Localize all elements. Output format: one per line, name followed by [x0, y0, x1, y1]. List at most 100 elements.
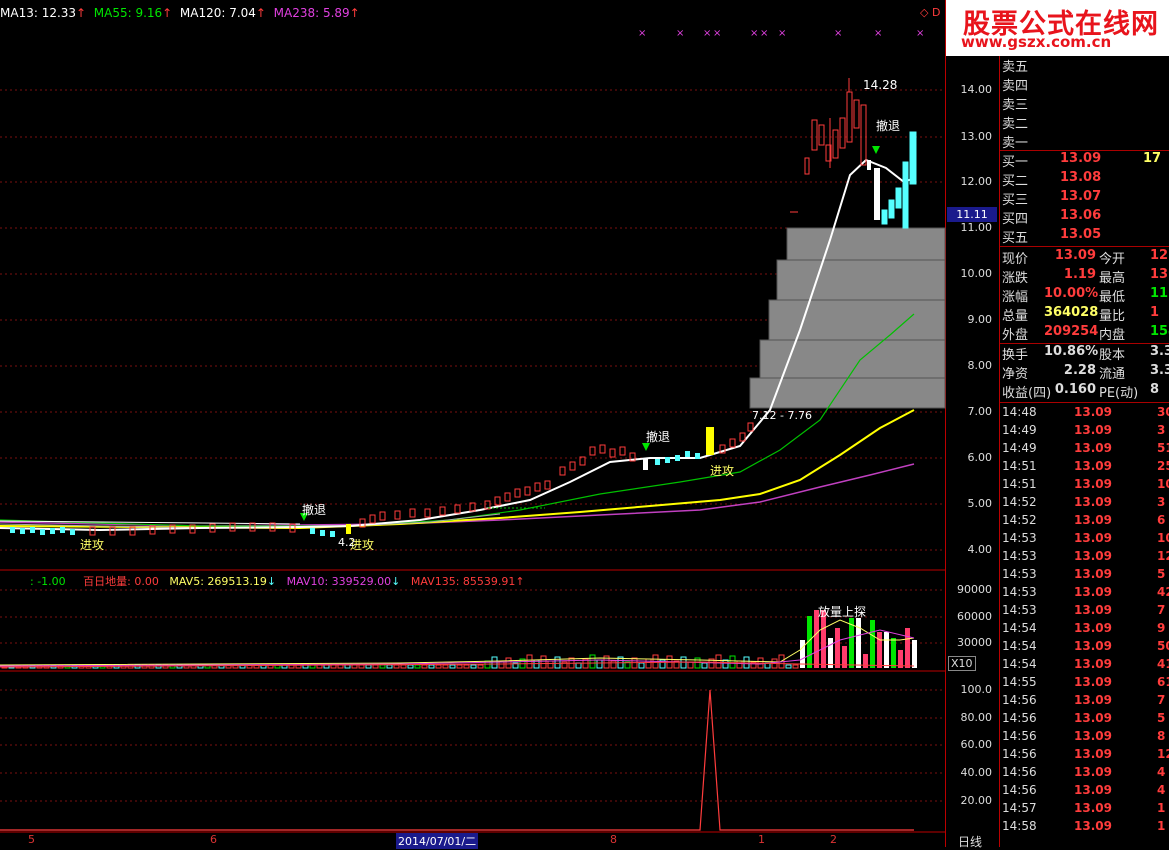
quote-label: 最高	[1099, 271, 1126, 286]
svg-text:×: ×	[750, 28, 758, 39]
period-label[interactable]: 日线	[958, 833, 982, 850]
mav135-label: MAV135: 85539.91	[410, 575, 516, 588]
quote-value: 10.00%	[1044, 286, 1099, 301]
quote-label: 现价	[1002, 252, 1029, 267]
volume-unit: X10	[948, 656, 976, 671]
volume-bar	[547, 660, 554, 669]
high-price-label: 14.28	[863, 78, 898, 92]
tick-volume: 42	[1157, 585, 1169, 599]
tick-row: 14:55 13.09 61	[1000, 675, 1169, 693]
volume-bar	[736, 660, 743, 669]
retreat-label: 撤退	[876, 119, 901, 133]
volume-bar	[344, 664, 351, 669]
tick-time: 14:51	[1002, 477, 1037, 491]
candle	[50, 528, 55, 534]
order-book-row[interactable]: 卖二	[1000, 113, 1169, 132]
quote-value: 11	[1150, 286, 1169, 301]
tick-row: 14:53 13.09 7	[1000, 603, 1169, 621]
tick-price: 13.09	[1074, 783, 1112, 797]
order-book-row[interactable]: 买一 13.09 17	[1000, 151, 1169, 170]
order-book-row[interactable]: 买三 13.07	[1000, 189, 1169, 208]
tick-time: 14:58	[1002, 819, 1037, 833]
tick-time: 14:53	[1002, 603, 1037, 617]
order-book-row[interactable]: 卖三	[1000, 94, 1169, 113]
order-book-row[interactable]: 买二 13.08	[1000, 170, 1169, 189]
quote-label: 最低	[1099, 290, 1126, 305]
svg-text:×: ×	[778, 28, 786, 39]
quote-value: 154	[1150, 324, 1169, 339]
quote-label: 总量	[1002, 309, 1029, 324]
volume-bar	[722, 659, 729, 669]
tick-time: 14:56	[1002, 711, 1037, 725]
volume-tick: 30000	[957, 636, 992, 649]
tick-volume: 4	[1157, 765, 1166, 779]
volume-bar	[835, 628, 840, 668]
volume-bar	[456, 664, 463, 669]
quote-value: 3.3	[1150, 363, 1169, 378]
candle	[655, 459, 660, 465]
price-tick: 8.00	[967, 359, 993, 372]
volume-bar	[596, 659, 603, 669]
tick-price: 13.09	[1074, 549, 1112, 563]
candle	[70, 529, 75, 535]
tick-time: 14:54	[1002, 621, 1037, 635]
candle	[330, 531, 335, 537]
volume-bar	[701, 662, 708, 669]
order-book-row[interactable]: 卖四	[1000, 75, 1169, 94]
volume-bar	[379, 664, 386, 669]
order-book-label: 买三	[1002, 193, 1029, 208]
candle	[129, 526, 136, 536]
tick-volume: 1	[1157, 801, 1166, 815]
tick-price: 13.09	[1074, 621, 1112, 635]
kline-chart[interactable]: × × × × × × × × × ×	[0, 0, 946, 847]
tick-time: 14:53	[1002, 567, 1037, 581]
order-book-row[interactable]: 卖五	[1000, 56, 1169, 75]
volume-bar	[407, 664, 414, 669]
candle	[619, 446, 626, 456]
volume-bar	[498, 661, 505, 669]
tick-time: 14:52	[1002, 495, 1037, 509]
tick-price: 13.09	[1074, 405, 1112, 419]
order-book-volume: 17	[1143, 151, 1162, 166]
tick-volume: 1	[1157, 819, 1166, 833]
volume-bar	[365, 664, 372, 669]
tick-row: 14:49 13.09 51	[1000, 441, 1169, 459]
order-book-row[interactable]: 买五 13.05	[1000, 227, 1169, 246]
tick-volume: 51	[1157, 441, 1169, 455]
tick-volume: 7	[1157, 603, 1166, 617]
order-book-row[interactable]: 卖一	[1000, 132, 1169, 151]
tick-volume: 9	[1157, 621, 1166, 635]
candle	[514, 488, 521, 498]
order-book-label: 卖四	[1002, 79, 1029, 94]
indicator-axis: 100.0 80.00 60.00 40.00 20.00	[946, 671, 998, 831]
price-tick: 13.00	[960, 130, 993, 143]
tick-volume: 10	[1157, 477, 1169, 491]
candle	[559, 466, 566, 476]
date-label: 6	[210, 833, 217, 846]
tick-time: 14:49	[1002, 423, 1037, 437]
order-book-label: 买五	[1002, 231, 1029, 246]
price-axis: 14.00 13.00 12.00 11.00 10.00 9.00 8.00 7.00 6.0…	[946, 0, 998, 570]
tick-row: 14:53 13.09 10	[1000, 531, 1169, 549]
order-book-row[interactable]: 买四 13.06	[1000, 208, 1169, 227]
quote-row: 总量 364028 量比 1	[1000, 305, 1169, 324]
candle	[685, 451, 690, 457]
volume-bar	[912, 640, 917, 668]
volume-axis: 90000 60000 30000	[946, 570, 998, 670]
candle	[40, 529, 45, 535]
date-label: 5	[28, 833, 35, 846]
volume-bar	[645, 658, 652, 669]
candle	[20, 528, 25, 534]
tick-time: 14:54	[1002, 657, 1037, 671]
order-book-price: 13.09	[1060, 151, 1102, 166]
tick-price: 13.09	[1074, 675, 1112, 689]
tick-price: 13.09	[1074, 585, 1112, 599]
price-tick: 5.00	[967, 497, 993, 510]
volume-bar	[421, 664, 428, 669]
volume-bar	[687, 661, 694, 669]
order-book-price: 13.06	[1060, 208, 1102, 223]
volume-bar	[785, 664, 792, 669]
volume-bar	[715, 654, 722, 669]
tick-volume: 10	[1157, 531, 1169, 545]
tick-price: 13.09	[1074, 531, 1112, 545]
